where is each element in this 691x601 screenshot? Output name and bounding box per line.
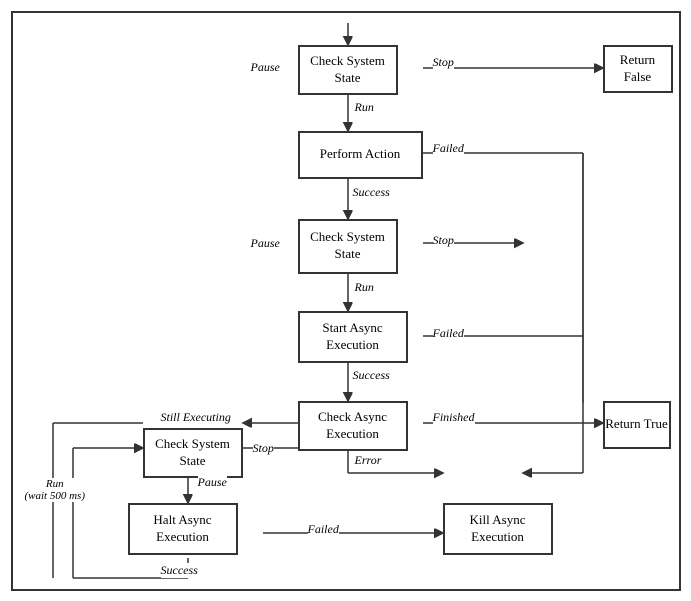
label-run2: Run (355, 280, 374, 295)
label-failed1: Failed (433, 141, 464, 156)
box-check-system-2: Check System State (298, 219, 398, 274)
box-check-system-1: Check System State (298, 45, 398, 95)
box-start-async: Start Async Execution (298, 311, 408, 363)
box-return-false: Return False (603, 45, 673, 93)
label-stop1: Stop (433, 55, 454, 70)
arrows-svg (13, 13, 679, 589)
label-stop3: Stop (253, 441, 274, 456)
label-pause2: Pause (251, 236, 280, 251)
label-pause3: Pause (198, 475, 227, 490)
box-kill-async: Kill Async Execution (443, 503, 553, 555)
label-run1: Run (355, 100, 374, 115)
label-success3: Success (161, 563, 198, 578)
label-stop2: Stop (433, 233, 454, 248)
box-check-async: Check Async Execution (298, 401, 408, 451)
box-check-system-3: Check System State (143, 428, 243, 478)
box-return-true: Return True (603, 401, 671, 449)
label-run3: Run(wait 500 ms) (25, 478, 86, 502)
label-failed2: Failed (433, 326, 464, 341)
label-success2: Success (353, 368, 390, 383)
label-pause1: Pause (251, 60, 280, 75)
box-halt-async: Halt Async Execution (128, 503, 238, 555)
label-failed3: Failed (308, 522, 339, 537)
label-error: Error (355, 453, 382, 468)
diagram-container: Check System State Return False Perform … (11, 11, 681, 591)
label-still-executing: Still Executing (161, 410, 231, 425)
label-finished: Finished (433, 410, 475, 425)
box-perform-action: Perform Action (298, 131, 423, 179)
label-success1: Success (353, 185, 390, 200)
